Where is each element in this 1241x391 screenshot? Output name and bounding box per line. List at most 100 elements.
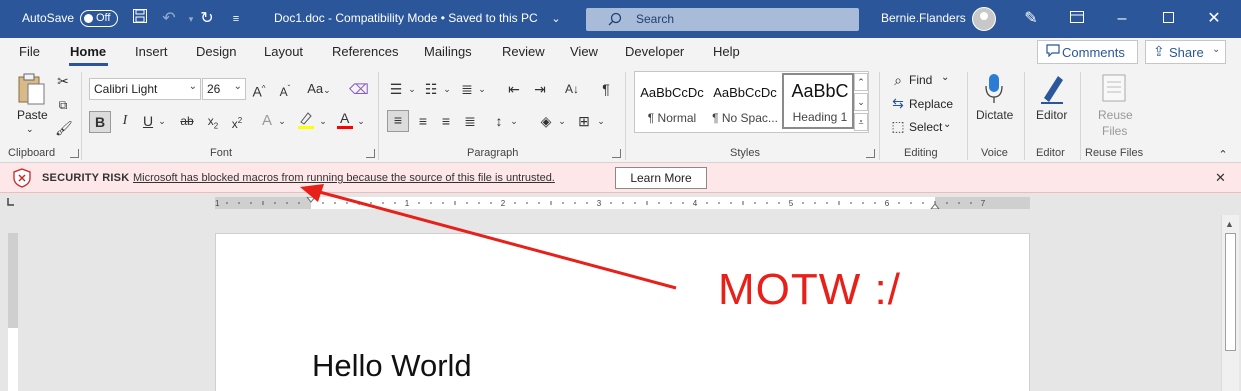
shading-dropdown-icon[interactable]: ⌄	[557, 112, 567, 132]
paste-icon[interactable]	[15, 72, 47, 106]
learn-more-button[interactable]: Learn More	[615, 167, 707, 189]
bullets-dropdown-icon[interactable]: ⌄	[407, 80, 417, 100]
comments-button[interactable]: Comments	[1037, 40, 1138, 64]
align-left-icon[interactable]: ≡	[387, 110, 409, 132]
style-heading-1[interactable]: AaBbC Heading 1	[782, 73, 854, 129]
styles-scroll-down-icon[interactable]: ⌄	[854, 93, 868, 111]
strikethrough-button[interactable]: ab	[177, 112, 197, 132]
tab-home[interactable]: Home	[70, 44, 106, 59]
shading-icon[interactable]: ◈	[537, 112, 555, 132]
tab-design[interactable]: Design	[196, 44, 236, 59]
editor-icon[interactable]	[1037, 72, 1067, 106]
select-dropdown-icon[interactable]: ⌄	[943, 119, 951, 130]
borders-icon[interactable]: ⊞	[575, 112, 593, 132]
security-risk-message-link[interactable]: Microsoft has blocked macros from runnin…	[133, 172, 555, 184]
align-center-icon[interactable]: ≡	[414, 112, 432, 132]
scrollbar-thumb[interactable]	[1225, 233, 1236, 351]
replace-icon[interactable]: ⇆	[890, 94, 906, 114]
tab-selector-icon[interactable]	[4, 196, 22, 212]
clipboard-launcher-icon[interactable]	[70, 149, 79, 158]
cut-icon[interactable]: ✂	[55, 72, 71, 92]
maximize-icon[interactable]	[1157, 8, 1179, 30]
format-painter-icon[interactable]: 🖌	[55, 119, 73, 139]
search-box[interactable]: Search	[586, 8, 859, 31]
pen-icon[interactable]: ✎	[1020, 8, 1042, 30]
document-text[interactable]: Hello World	[312, 348, 472, 384]
grow-font-icon[interactable]: A^	[250, 80, 268, 100]
editor-button[interactable]: Editor	[1036, 108, 1067, 122]
reuse-files-line2[interactable]: Files	[1102, 124, 1127, 138]
align-right-icon[interactable]: ≡	[437, 112, 455, 132]
font-launcher-icon[interactable]	[366, 149, 375, 158]
microphone-icon[interactable]	[982, 72, 1006, 108]
tab-layout[interactable]: Layout	[264, 44, 303, 59]
reuse-files-line1[interactable]: Reuse	[1098, 108, 1133, 122]
increase-indent-icon[interactable]: ⇥	[531, 80, 549, 100]
select-icon[interactable]: ⬚	[890, 117, 906, 137]
document-title[interactable]: Doc1.doc - Compatibility Mode • Saved to…	[274, 11, 538, 25]
text-effects-icon[interactable]: A	[258, 112, 276, 132]
justify-icon[interactable]: ≣	[461, 112, 479, 132]
find-button[interactable]: Find	[909, 73, 932, 87]
underline-button[interactable]: U	[140, 112, 156, 132]
italic-button[interactable]: I	[117, 112, 133, 132]
customize-qat-icon[interactable]: ≡	[225, 8, 247, 30]
title-dropdown-icon[interactable]: ⌄	[545, 8, 567, 30]
highlight-icon[interactable]	[296, 110, 316, 130]
multilevel-dropdown-icon[interactable]: ⌄	[477, 80, 487, 100]
font-name-select[interactable]: Calibri Light ⌄	[89, 78, 201, 100]
tab-help[interactable]: Help	[713, 44, 740, 59]
show-formatting-marks-icon[interactable]: ¶	[597, 80, 615, 100]
text-effects-dropdown-icon[interactable]: ⌄	[277, 112, 287, 132]
vertical-ruler[interactable]	[8, 233, 18, 391]
tab-developer[interactable]: Developer	[625, 44, 684, 59]
share-button[interactable]: ⇪ Share ⌄	[1145, 40, 1226, 64]
paste-label[interactable]: Paste	[17, 108, 48, 122]
first-line-indent-marker[interactable]	[306, 197, 316, 203]
undo-icon[interactable]: ↶	[158, 8, 180, 30]
decrease-indent-icon[interactable]: ⇤	[505, 80, 523, 100]
superscript-button[interactable]: x2	[228, 112, 246, 132]
tab-view[interactable]: View	[570, 44, 598, 59]
paragraph-launcher-icon[interactable]	[612, 149, 621, 158]
font-size-select[interactable]: 26 ⌄	[202, 78, 246, 100]
highlight-dropdown-icon[interactable]: ⌄	[318, 112, 328, 132]
paste-dropdown-icon[interactable]: ⌄	[26, 124, 34, 135]
avatar[interactable]	[972, 7, 996, 31]
shrink-font-icon[interactable]: Aˇ	[276, 80, 294, 100]
tab-file[interactable]: File	[19, 44, 40, 59]
sort-icon[interactable]: A↓	[563, 80, 581, 100]
reuse-files-icon[interactable]	[1099, 72, 1129, 106]
clear-formatting-icon[interactable]: ⌫	[349, 80, 369, 100]
replace-button[interactable]: Replace	[909, 97, 953, 111]
tab-review[interactable]: Review	[502, 44, 545, 59]
share-dropdown-icon[interactable]: ⌄	[1212, 44, 1220, 55]
style-normal[interactable]: AaBbCcDc ¶ Normal	[636, 73, 708, 129]
ribbon-display-options-icon[interactable]	[1066, 8, 1088, 30]
numbering-icon[interactable]: ☷	[422, 80, 440, 100]
subscript-button[interactable]: x2	[204, 112, 222, 132]
close-window-icon[interactable]: ✕	[1203, 8, 1225, 30]
numbering-dropdown-icon[interactable]: ⌄	[442, 80, 452, 100]
dictate-button[interactable]: Dictate	[976, 108, 1013, 122]
right-indent-marker[interactable]	[930, 203, 940, 209]
copy-icon[interactable]: ⧉	[55, 96, 71, 116]
line-spacing-icon[interactable]: ↕	[490, 112, 508, 132]
minimize-icon[interactable]: –	[1111, 8, 1133, 30]
multilevel-list-icon[interactable]: ≣	[458, 80, 476, 100]
bold-button[interactable]: B	[89, 111, 111, 133]
scroll-up-icon[interactable]: ▲	[1225, 219, 1234, 229]
style-no-spacing[interactable]: AaBbCcDc ¶ No Spac...	[709, 73, 781, 129]
borders-dropdown-icon[interactable]: ⌄	[596, 112, 606, 132]
select-button[interactable]: Select	[909, 120, 942, 134]
line-spacing-dropdown-icon[interactable]: ⌄	[509, 112, 519, 132]
styles-scroll-up-icon[interactable]: ⌃	[854, 73, 868, 91]
font-color-dropdown-icon[interactable]: ⌄	[356, 112, 366, 132]
user-name[interactable]: Bernie.Flanders	[881, 11, 966, 25]
change-case-button[interactable]: Aa⌄	[304, 80, 334, 100]
tab-insert[interactable]: Insert	[135, 44, 168, 59]
find-icon[interactable]: ⌕	[890, 71, 906, 91]
tab-mailings[interactable]: Mailings	[424, 44, 472, 59]
underline-dropdown-icon[interactable]: ⌄	[157, 112, 167, 132]
font-color-icon[interactable]: A	[335, 110, 355, 130]
